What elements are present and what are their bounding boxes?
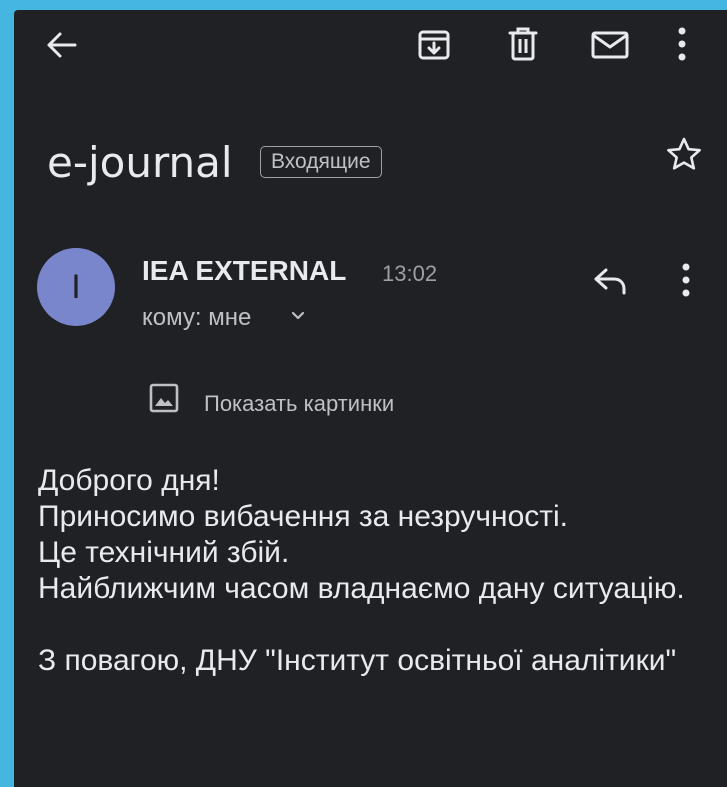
reply-icon[interactable]: [592, 265, 628, 297]
arrow-back-icon[interactable]: [44, 30, 78, 60]
email-screen: e-journal Входящие I IEA EXTERNAL 13:02 …: [14, 10, 727, 787]
recipient-toggle[interactable]: кому: мне: [142, 304, 251, 332]
message-body: Доброго дня! Приносимо вибачення за незр…: [38, 463, 708, 679]
inbox-label-chip[interactable]: Входящие: [260, 146, 382, 178]
body-line: Доброго дня!: [38, 464, 220, 497]
message-more-icon[interactable]: [680, 262, 692, 298]
trash-icon[interactable]: [506, 26, 540, 62]
body-line: Це технічний збій.: [38, 536, 290, 569]
star-icon[interactable]: [665, 136, 703, 172]
chevron-down-icon[interactable]: [290, 310, 306, 322]
body-line: Найближчим часом владнаємо дану ситуацію…: [38, 572, 685, 605]
more-vert-icon[interactable]: [676, 26, 688, 62]
archive-icon[interactable]: [416, 28, 452, 62]
image-icon[interactable]: [148, 382, 180, 414]
signature: З повагою, ДНУ "Інститут освітньої аналі…: [38, 644, 677, 677]
sender-name: IEA EXTERNAL: [142, 255, 347, 286]
mail-icon[interactable]: [590, 30, 630, 60]
sender-avatar[interactable]: I: [37, 248, 115, 326]
body-line: Приносимо вибачення за незручності.: [38, 500, 568, 533]
email-subject: e-journal: [47, 138, 233, 187]
message-time: 13:02: [382, 261, 438, 286]
show-images-link[interactable]: Показать картинки: [204, 391, 394, 417]
